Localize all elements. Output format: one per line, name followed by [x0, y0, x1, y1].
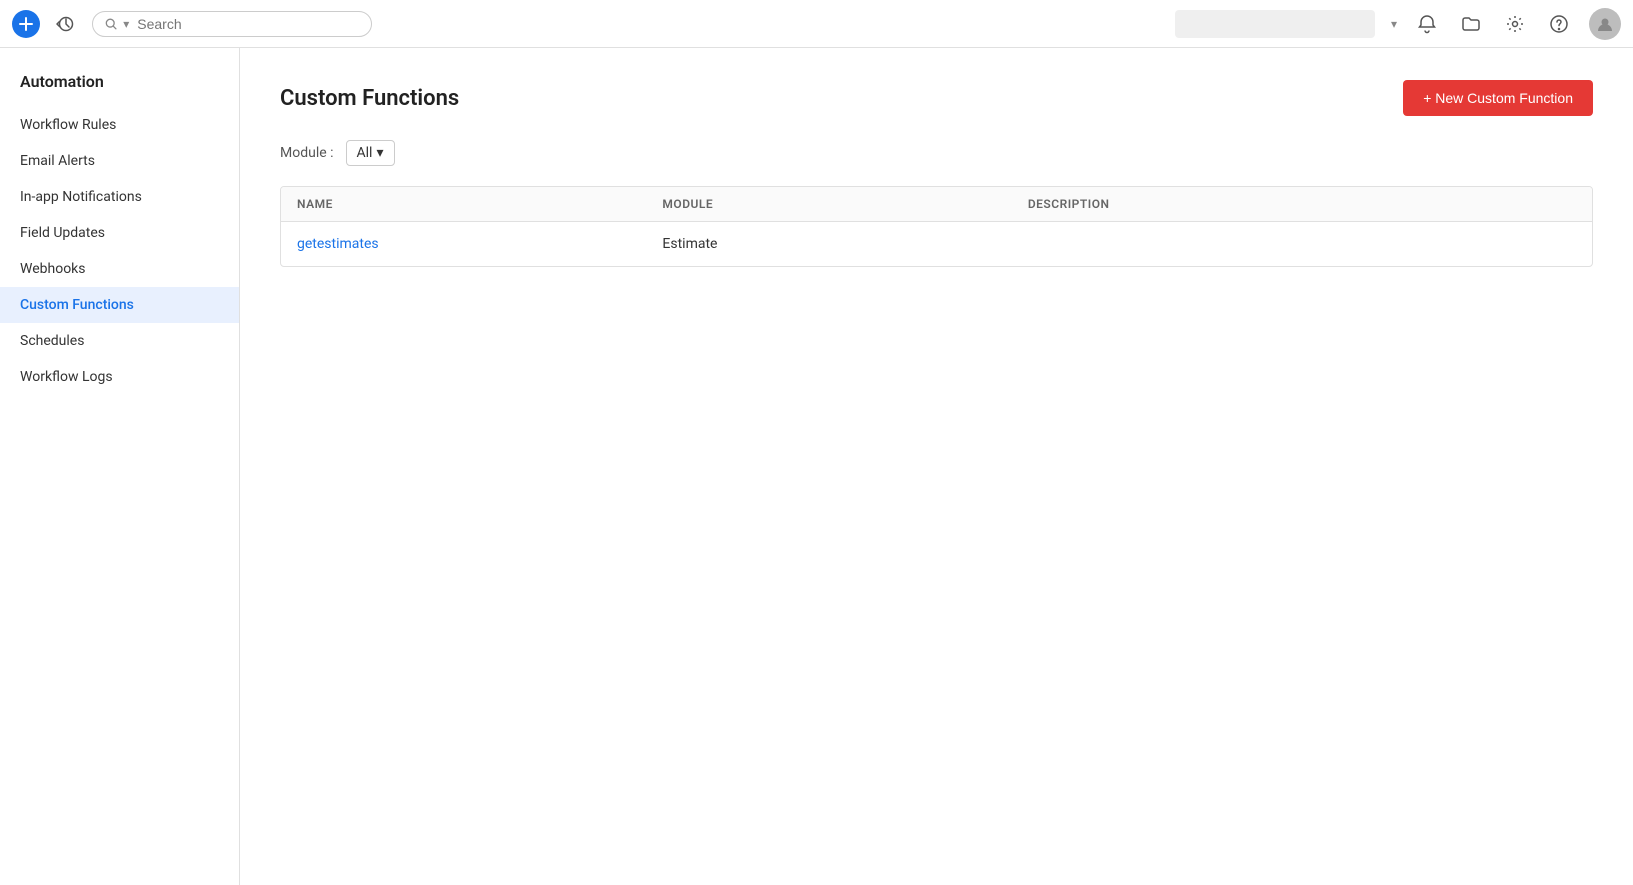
folder-icon[interactable] — [1457, 10, 1485, 38]
col-header-module: MODULE — [662, 197, 1027, 211]
new-custom-function-button[interactable]: + New Custom Function — [1403, 80, 1593, 116]
help-icon[interactable] — [1545, 10, 1573, 38]
function-name-link[interactable]: getestimates — [297, 236, 662, 252]
table-body: getestimatesEstimate — [281, 222, 1592, 266]
topbar-left: ▾ — [12, 10, 1163, 38]
table-header: NAME MODULE DESCRIPTION — [281, 187, 1592, 222]
sidebar-item-custom-functions[interactable]: Custom Functions — [0, 287, 239, 323]
sidebar-item-field-updates[interactable]: Field Updates — [0, 215, 239, 251]
module-label: Module : — [280, 145, 334, 161]
settings-icon[interactable] — [1501, 10, 1529, 38]
module-dropdown-icon: ▾ — [376, 145, 383, 161]
module-selected-value: All — [357, 145, 373, 161]
layout: Automation Workflow RulesEmail AlertsIn-… — [0, 48, 1633, 885]
main-content: Custom Functions + New Custom Function M… — [240, 48, 1633, 885]
module-filter: Module : All ▾ — [280, 140, 1593, 166]
col-header-description: DESCRIPTION — [1028, 197, 1576, 211]
topbar-right: ▾ — [1175, 8, 1621, 40]
add-button[interactable] — [12, 10, 40, 38]
dropdown-arrow-icon[interactable]: ▾ — [1391, 17, 1397, 31]
function-module: Estimate — [662, 236, 1027, 252]
module-select[interactable]: All ▾ — [346, 140, 395, 166]
search-bar[interactable]: ▾ — [92, 11, 372, 37]
sidebar: Automation Workflow RulesEmail AlertsIn-… — [0, 48, 240, 885]
search-icon — [105, 17, 117, 31]
sidebar-item-schedules[interactable]: Schedules — [0, 323, 239, 359]
page-title: Custom Functions — [280, 86, 459, 111]
table-row: getestimatesEstimate — [281, 222, 1592, 266]
page-header: Custom Functions + New Custom Function — [280, 80, 1593, 116]
avatar[interactable] — [1589, 8, 1621, 40]
search-dropdown-arrow[interactable]: ▾ — [123, 17, 129, 31]
sidebar-item-email-alerts[interactable]: Email Alerts — [0, 143, 239, 179]
user-info-blurred — [1175, 10, 1375, 38]
notifications-icon[interactable] — [1413, 10, 1441, 38]
search-input[interactable] — [137, 16, 359, 32]
custom-functions-table: NAME MODULE DESCRIPTION getestimatesEsti… — [280, 186, 1593, 267]
sidebar-item-webhooks[interactable]: Webhooks — [0, 251, 239, 287]
sidebar-item-workflow-logs[interactable]: Workflow Logs — [0, 359, 239, 395]
history-button[interactable] — [52, 10, 80, 38]
sidebar-nav: Workflow RulesEmail AlertsIn-app Notific… — [0, 107, 239, 395]
sidebar-item-workflow-rules[interactable]: Workflow Rules — [0, 107, 239, 143]
topbar: ▾ ▾ — [0, 0, 1633, 48]
sidebar-title: Automation — [0, 72, 239, 107]
col-header-name: NAME — [297, 197, 662, 211]
sidebar-item-inapp-notifications[interactable]: In-app Notifications — [0, 179, 239, 215]
